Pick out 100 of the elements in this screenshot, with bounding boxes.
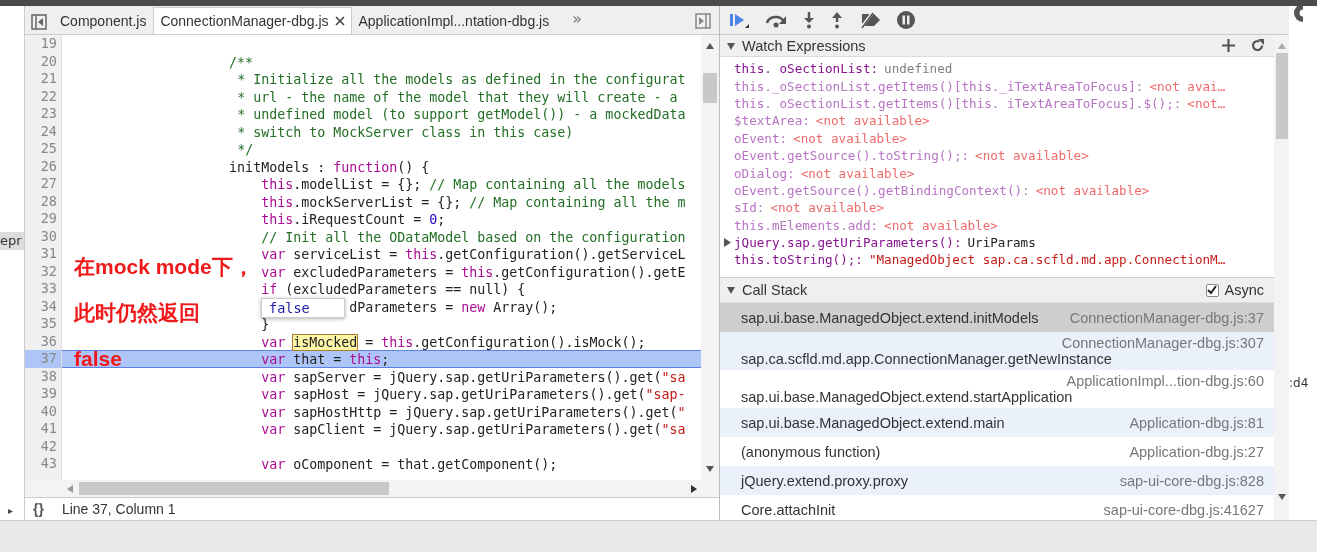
line-number: 39: [39, 385, 58, 403]
line-number: 40: [39, 402, 58, 420]
code-line: var sapHost = jQuery.sap.getUriParameters().get("sap-: [261, 387, 686, 402]
line-number: 42: [39, 437, 58, 455]
watch-value: <not available>: [975, 148, 1089, 164]
line-number: 24: [39, 122, 58, 140]
watch-expression: this. oSectionList.getItems()[this. iTextAreaToFocus].$();:: [734, 95, 1182, 111]
annotation-text: false: [74, 346, 122, 372]
source-location[interactable]: Application-dbg.js:81: [1129, 414, 1264, 431]
watch-expression: this.mElements.add:: [734, 217, 879, 233]
call-frame[interactable]: sap.ui.base.ManagedObject.extend.main Application-dbg.js:81: [720, 408, 1274, 437]
line-number: 30: [39, 227, 58, 245]
resume-icon[interactable]: [728, 11, 750, 29]
watch-value: <not avai…: [1149, 78, 1226, 94]
code-line: var serviceList = this.getConfiguration().getServiceL: [261, 247, 686, 262]
watch-expression: this._oSectionList.getItems()[this._iTextAreaToFocus]:: [734, 78, 1144, 94]
add-icon[interactable]: [1222, 39, 1235, 52]
watch-expression: sId:: [734, 200, 765, 216]
code-line: */: [237, 142, 254, 157]
line-number: 26: [39, 157, 58, 175]
line-number: 28: [39, 192, 58, 210]
panel-edge-label: epr: [0, 232, 24, 250]
code-line: * undefined model (to support getModel()) - a mockedData: [237, 107, 686, 122]
call-frame[interactable]: jQuery.extend.proxy.proxy sap-ui-core-dbg.js:828: [720, 466, 1274, 495]
step-out-icon[interactable]: [830, 11, 844, 29]
section-title: Watch Expressions: [742, 37, 866, 54]
watch-expression: jQuery.sap.getUriParameters():: [734, 235, 962, 251]
value-tooltip: false: [261, 298, 345, 318]
watch-value: "ManagedObject sap.ca.scfld.md.app.ConnectionM…: [868, 252, 1226, 268]
code-line: var sapServer = jQuery.sap.getUriParameters().get("sa: [261, 369, 686, 385]
code-line: var that = this;: [261, 352, 390, 367]
line-number: 33: [39, 280, 58, 298]
sidebar-toggle-icon[interactable]: [695, 13, 711, 29]
file-tab[interactable]: ConnectionManager-dbg.js: [153, 7, 352, 34]
file-tab[interactable]: ApplicationImpl...ntation-dbg.js: [351, 7, 557, 34]
refresh-icon[interactable]: [1251, 39, 1264, 52]
line-number: 23: [39, 105, 58, 123]
code-line: this.modelList = {}; // Map containing all the models: [261, 177, 686, 192]
line-number: 27: [39, 175, 58, 193]
line-number: 34: [39, 297, 58, 315]
line-number: 29: [39, 210, 58, 228]
collapse-arrow-icon[interactable]: [726, 40, 736, 51]
scroll-left-icon[interactable]: [67, 484, 73, 493]
line-number: 43: [39, 455, 58, 473]
expand-arrow[interactable]: ▸: [0, 505, 24, 516]
line-number: 32: [39, 262, 58, 280]
watch-value: UriParams: [967, 235, 1036, 251]
watch-value: undefined: [884, 61, 953, 77]
close-icon[interactable]: [334, 16, 345, 26]
code-line: var excludedParameters = this.getConfiguration().getE: [261, 264, 686, 280]
source-location[interactable]: sap-ui-core-dbg.js:41627: [1103, 501, 1264, 518]
function-name: (anonymous function): [741, 443, 881, 460]
code-line: var sapHostHttp = jQuery.sap.getUriParameters().get(": [261, 404, 686, 420]
async-checkbox[interactable]: [1205, 283, 1219, 297]
function-name: sap.ui.base.ManagedObject.extend.startApplication: [741, 389, 1073, 405]
call-frame[interactable]: sap.ui.base.ManagedObject.extend.initModels ConnectionManager-dbg.js:37: [720, 303, 1274, 332]
line-number: 36: [39, 332, 58, 350]
watch-expression: oDialog:: [734, 165, 795, 181]
watch-value: <not available>: [770, 200, 885, 216]
scroll-down-icon[interactable]: [706, 466, 714, 472]
function-name: jQuery.extend.proxy.proxy: [741, 472, 909, 489]
watch-expression: $textArea:: [734, 113, 810, 129]
code-line: if (excludedParameters == null) {: [261, 282, 526, 297]
checkbox-label: Async: [1224, 282, 1264, 298]
code-line: dParameters = new Array();: [349, 299, 558, 315]
expand-arrow-icon[interactable]: [723, 237, 732, 249]
pause-icon[interactable]: [896, 10, 916, 30]
section-title: Call Stack: [742, 282, 808, 298]
file-tab[interactable]: Component.js: [53, 7, 154, 34]
source-location[interactable]: ConnectionManager-dbg.js:307: [1061, 335, 1264, 351]
scrollbar-thumb[interactable]: [79, 482, 389, 495]
line-number: 19: [39, 35, 58, 53]
line-number: 31: [39, 245, 58, 263]
source-location[interactable]: sap-ui-core-dbg.js:828: [1119, 472, 1264, 489]
watch-value: <not available>: [800, 165, 915, 181]
collapse-arrow-icon[interactable]: [726, 285, 736, 295]
deactivate-breakpoints-icon[interactable]: [858, 11, 882, 29]
pretty-print-button[interactable]: {}: [33, 501, 44, 517]
function-name: sap.ca.scfld.md.app.ConnectionManager.getNewInstance: [741, 351, 1112, 367]
code-line: initModels : function() {: [229, 159, 430, 175]
panel-edge-label: :d4: [1289, 376, 1310, 390]
step-into-icon[interactable]: [802, 11, 816, 29]
scrollbar-thumb[interactable]: [1275, 53, 1288, 139]
watch-value: <not available>: [1035, 182, 1150, 198]
source-location[interactable]: ApplicationImpl...tion-dbg.js:60: [1066, 373, 1264, 389]
source-location[interactable]: Application-dbg.js:27: [1129, 443, 1264, 460]
code-line: var sapClient = jQuery.sap.getUriParameters().get("sa: [261, 422, 686, 437]
scroll-up-icon[interactable]: [706, 43, 714, 49]
watch-value: <not available>: [884, 217, 998, 233]
code-line: * Initialize all the models as defined in the configurat: [237, 72, 686, 87]
scroll-down-icon[interactable]: [1277, 494, 1286, 500]
line-number: 35: [39, 315, 58, 333]
code-line: * switch to MockServer class in this case): [237, 124, 574, 140]
scroll-right-icon[interactable]: [691, 484, 697, 493]
scrollbar-thumb[interactable]: [703, 73, 717, 103]
navigator-toggle-icon[interactable]: [31, 14, 47, 30]
annotation-text: 在mock mode下，: [74, 254, 254, 280]
watch-expression: this. oSectionList:: [734, 61, 879, 77]
call-frame[interactable]: ConnectionManager-dbg.js:307 sap.ca.scfld.md.app.ConnectionManager.getNewInstance: [720, 332, 1274, 370]
more-tabs-icon[interactable]: »: [572, 9, 582, 28]
